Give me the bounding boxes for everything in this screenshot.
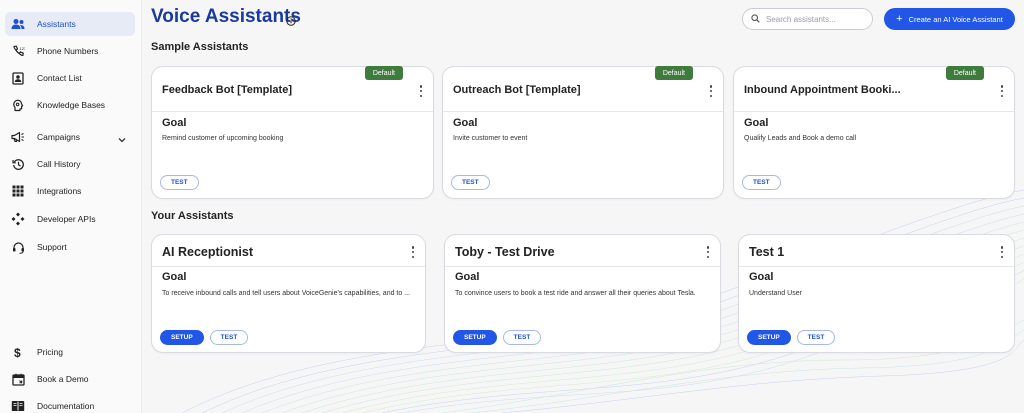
default-badge: Default [654,66,693,80]
sidebar-item-documentation[interactable]: Documentation [5,394,135,413]
goal-heading: Goal [455,271,480,283]
create-assistant-button[interactable]: + Create an AI Voice Assistant [884,8,1015,30]
more-options-icon[interactable] [998,85,1006,97]
sidebar-item-label: Call History [37,159,81,169]
sample-assistants-heading: Sample Assistants [151,41,249,53]
megaphone-icon [11,130,25,144]
headset-icon [11,240,25,254]
setup-button[interactable]: SETUP [747,330,791,345]
assistant-name: Toby - Test Drive [455,245,555,259]
plus-icon: + [896,12,903,25]
goal-text: Qualify Leads and Book a demo call [744,135,857,142]
svg-text:$: $ [14,346,21,359]
page-title: Voice Assistants [151,6,301,27]
more-options-icon[interactable] [409,246,417,258]
sidebar-item-label: Developer APIs [37,214,96,224]
sidebar-item-campaigns[interactable]: Campaigns [5,125,135,149]
assistant-card-inbound-appointment[interactable]: Default Inbound Appointment Booki... Goa… [733,66,1015,199]
setup-button[interactable]: SETUP [453,330,497,345]
assistant-card-feedback-bot[interactable]: Default Feedback Bot [Template] Goal Rem… [151,66,434,199]
your-assistants-heading: Your Assistants [151,210,234,222]
assistant-name: Test 1 [749,245,785,259]
card-divider [152,111,433,112]
card-divider [739,266,1014,267]
sidebar-item-pricing[interactable]: $ Pricing [5,340,135,364]
goal-heading: Goal [749,271,774,283]
sidebar-item-call-history[interactable]: Call History [5,152,135,176]
more-options-icon[interactable] [704,246,712,258]
sidebar-item-label: Campaigns [37,132,80,142]
sidebar-item-label: Documentation [37,401,95,411]
card-divider [445,266,720,267]
test-button[interactable]: TEST [209,330,249,345]
assistant-card-outreach-bot[interactable]: Default Outreach Bot [Template] Goal Inv… [442,66,724,199]
goal-text: To convince users to book a test ride an… [455,290,696,297]
sidebar-item-phone-numbers[interactable]: 123 Phone Numbers [5,39,135,63]
api-icon [11,212,25,226]
sidebar: Assistants 123 Phone Numbers Contact Lis… [0,0,142,413]
sidebar-item-knowledge-bases[interactable]: Knowledge Bases [5,93,135,117]
assistant-card-test-1[interactable]: Test 1 Goal Understand User SETUP TEST [738,234,1015,353]
main-content: Voice Assistants + Create an AI Voice As… [142,0,1024,413]
grid-icon [11,184,25,198]
goal-heading: Goal [162,117,187,129]
goal-heading: Goal [162,271,187,283]
sidebar-item-label: Knowledge Bases [37,100,106,110]
test-button[interactable]: TEST [160,175,199,190]
contact-card-icon [11,71,25,85]
setup-button[interactable]: SETUP [160,330,204,345]
default-badge: Default [945,66,984,80]
goal-text: Remind customer of upcoming booking [162,135,284,142]
search-icon [751,10,760,28]
chevron-down-icon[interactable] [117,132,127,143]
card-divider [443,111,723,112]
goal-text: To receive inbound calls and tell users … [162,290,411,297]
brain-icon [11,98,25,112]
sidebar-item-integrations[interactable]: Integrations [5,179,135,203]
sidebar-item-label: Book a Demo [37,374,89,384]
create-assistant-label: Create an AI Voice Assistant [908,14,1003,24]
sidebar-item-support[interactable]: Support [5,235,135,259]
sidebar-item-label: Assistants [37,19,76,29]
assistant-card-ai-receptionist[interactable]: AI Receptionist Goal To receive inbound … [151,234,426,353]
svg-text:123: 123 [19,46,25,51]
assistant-name: Outreach Bot [Template] [453,84,581,96]
card-divider [734,111,1014,112]
assistant-card-toby-test-drive[interactable]: Toby - Test Drive Goal To convince users… [444,234,721,353]
sidebar-item-label: Contact List [37,73,82,83]
search-box[interactable] [742,8,873,30]
users-icon [11,17,25,31]
sidebar-item-label: Phone Numbers [37,46,99,56]
history-icon [11,157,25,171]
sidebar-item-contact-list[interactable]: Contact List [5,66,135,90]
goal-text: Understand User [749,290,802,297]
test-button[interactable]: TEST [742,175,781,190]
search-input[interactable] [766,14,866,24]
sidebar-item-label: Integrations [37,186,82,196]
test-button[interactable]: TEST [796,330,836,345]
assistant-name: Inbound Appointment Booki... [744,84,901,96]
test-button[interactable]: TEST [451,175,490,190]
more-options-icon[interactable] [998,246,1006,258]
test-button[interactable]: TEST [502,330,542,345]
sidebar-item-label: Support [37,242,67,252]
dollar-icon: $ [11,345,25,359]
sidebar-item-book-a-demo[interactable]: Book a Demo [5,367,135,391]
more-options-icon[interactable] [417,85,425,97]
sidebar-item-assistants[interactable]: Assistants [5,12,135,36]
goal-heading: Goal [744,117,769,129]
calendar-icon [11,372,25,386]
assistant-name: AI Receptionist [162,245,253,259]
goal-text: Invite customer to event [453,135,528,142]
goal-heading: Goal [453,117,478,129]
sidebar-item-label: Pricing [37,347,63,357]
assistant-name: Feedback Bot [Template] [162,84,292,96]
default-badge: Default [364,66,403,80]
card-divider [152,266,425,267]
sidebar-item-developer-apis[interactable]: Developer APIs [5,207,135,231]
phone-icon: 123 [11,44,25,58]
info-icon[interactable] [286,13,296,26]
more-options-icon[interactable] [707,85,715,97]
book-icon [11,399,25,413]
